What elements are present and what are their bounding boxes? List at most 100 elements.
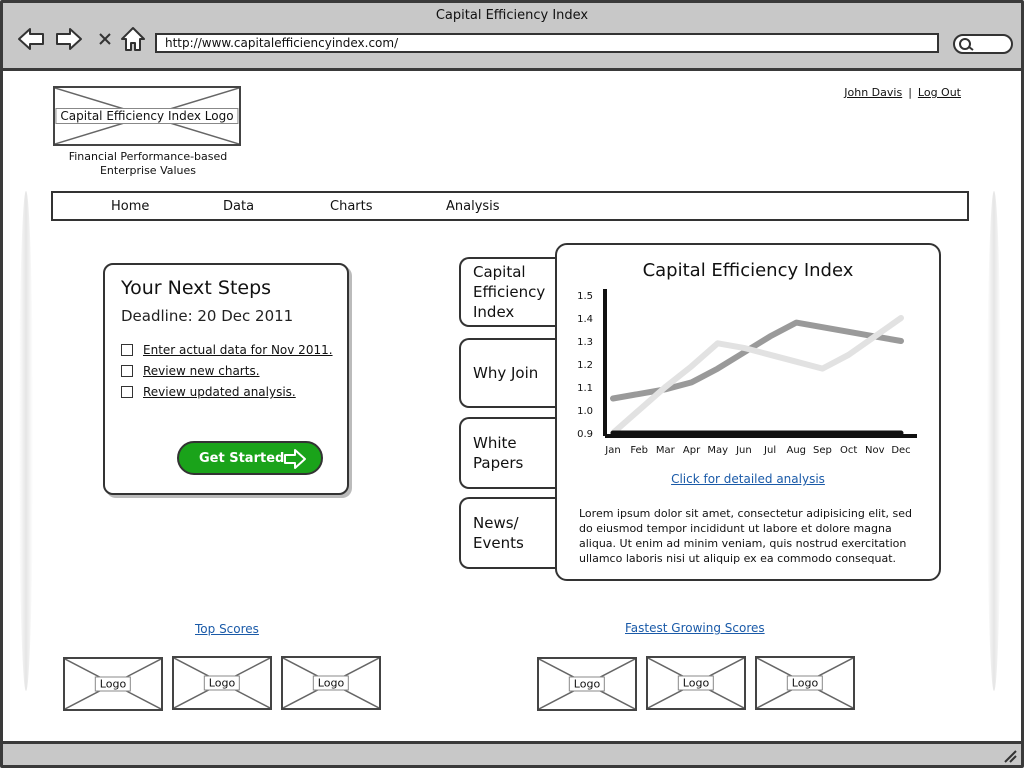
x-tick-label: Aug <box>787 445 807 456</box>
tab-label-line: Events <box>473 534 524 552</box>
y-tick-label: 1.2 <box>577 360 593 371</box>
browser-toolbar: Capital Efficiency Index http://www.capi… <box>3 3 1021 71</box>
address-bar[interactable]: http://www.capitalefficiencyindex.com/ <box>155 33 939 53</box>
detailed-analysis-link[interactable]: Click for detailed analysis <box>671 472 825 486</box>
panel-body-text: Lorem ipsum dolor sit amet, consectetur … <box>579 507 913 565</box>
user-links: John Davis | Log Out <box>844 86 961 99</box>
logo-label: Logo <box>568 676 606 692</box>
logout-link[interactable]: Log Out <box>918 86 961 99</box>
site-tagline: Financial Performance-based Enterprise V… <box>53 150 243 178</box>
tab-label-line: Capital <box>473 263 526 281</box>
tab-label-line: White <box>473 434 517 452</box>
user-name-link[interactable]: John Davis <box>844 86 902 99</box>
tab-label-line: Efficiency <box>473 283 546 301</box>
top-scores-link-wrap: Top Scores <box>195 622 259 636</box>
task-link[interactable]: Enter actual data for Nov 2011. <box>143 343 333 357</box>
tab-capital-efficiency-index[interactable]: Capital Efficiency Index <box>459 257 569 327</box>
task-item: Review new charts. <box>121 364 260 378</box>
tab-why-join[interactable]: Why Join <box>459 338 569 408</box>
nav-data[interactable]: Data <box>223 199 254 214</box>
y-tick-label: 1.3 <box>577 337 593 348</box>
tab-label-line: Papers <box>473 454 524 472</box>
task-link[interactable]: Review updated analysis. <box>143 385 296 399</box>
resize-grip-icon[interactable] <box>1001 747 1017 763</box>
next-steps-card: Your Next Steps Deadline: 20 Dec 2011 En… <box>103 263 349 495</box>
forward-button[interactable] <box>55 25 83 53</box>
next-steps-title: Your Next Steps <box>121 277 272 299</box>
main-navigation: Home Data Charts Analysis <box>51 191 969 221</box>
task-item: Review updated analysis. <box>121 385 296 399</box>
browser-status-bar <box>3 741 1021 765</box>
tab-panel: Capital Efficiency Index 0.9 1.0 1.1 1.2 1.3… <box>555 243 941 581</box>
task-item: Enter actual data for Nov 2011. <box>121 343 333 357</box>
tab-white-papers[interactable]: White Papers <box>459 417 569 489</box>
company-logo[interactable]: Logo <box>281 656 381 710</box>
site-logo[interactable]: Capital Efficiency Index Logo <box>53 86 241 146</box>
tab-label-line: Index <box>473 303 515 321</box>
back-button[interactable] <box>17 25 45 53</box>
logo-label: Logo <box>203 675 241 691</box>
detailed-analysis-link-wrap: Click for detailed analysis <box>557 472 939 486</box>
x-tick-label: Jul <box>763 445 776 456</box>
tab-label-line: News/ <box>473 514 519 532</box>
x-tick-label: Dec <box>891 445 910 456</box>
nav-charts[interactable]: Charts <box>330 199 373 214</box>
nav-home[interactable]: Home <box>111 199 149 214</box>
forward-arrow-icon <box>56 28 82 50</box>
company-logo[interactable]: Logo <box>172 656 272 710</box>
site-logo-label: Capital Efficiency Index Logo <box>55 108 239 124</box>
tagline-line1: Financial Performance-based <box>68 150 228 163</box>
fastest-growing-link[interactable]: Fastest Growing Scores <box>625 621 765 635</box>
x-tick-label: Sep <box>813 445 832 456</box>
company-logo[interactable]: Logo <box>63 657 163 711</box>
y-tick-label: 1.1 <box>577 383 593 394</box>
x-tick-label: Jun <box>735 445 752 456</box>
next-steps-deadline: Deadline: 20 Dec 2011 <box>121 307 294 325</box>
arrow-right-icon <box>284 449 306 469</box>
line-chart[interactable]: 0.9 1.0 1.1 1.2 1.3 1.4 1.5 Jan Feb Mar Apr May Jun J… <box>567 283 927 463</box>
stop-button[interactable] <box>91 25 119 53</box>
task-checkbox[interactable] <box>121 344 133 356</box>
y-tick-label: 1.0 <box>577 406 593 417</box>
company-logo[interactable]: Logo <box>755 656 855 710</box>
browser-search-field[interactable] <box>953 34 1013 54</box>
home-icon <box>121 27 145 51</box>
page-content: Capital Efficiency Index Logo Financial … <box>3 71 1021 744</box>
search-icon <box>959 38 974 51</box>
logo-label: Logo <box>677 675 715 691</box>
x-tick-label: Apr <box>683 445 701 456</box>
series-line <box>610 319 904 402</box>
get-started-button[interactable]: Get Started <box>177 441 323 475</box>
x-tick-label: Mar <box>656 445 676 456</box>
window-title: Capital Efficiency Index <box>435 8 589 23</box>
x-tick-label: May <box>707 445 728 456</box>
y-tick-label: 0.9 <box>577 429 593 440</box>
x-tick-label: Feb <box>630 445 648 456</box>
task-checkbox[interactable] <box>121 386 133 398</box>
back-arrow-icon <box>18 28 44 50</box>
task-link[interactable]: Review new charts. <box>143 364 260 378</box>
tagline-line2: Enterprise Values <box>99 164 197 177</box>
fastest-growing-link-wrap: Fastest Growing Scores <box>625 621 765 635</box>
tab-news-events[interactable]: News/ Events <box>459 497 569 569</box>
x-tick-label: Oct <box>840 445 857 456</box>
page-shadow-right <box>987 191 1001 691</box>
x-tick-label: Jan <box>604 445 620 456</box>
browser-window: Capital Efficiency Index http://www.capi… <box>0 0 1024 768</box>
chart-title: Capital Efficiency Index <box>642 260 854 281</box>
close-icon <box>99 33 111 45</box>
y-tick-label: 1.4 <box>577 314 593 325</box>
logo-label: Logo <box>94 676 132 692</box>
tab-label-line: Why Join <box>473 364 539 382</box>
user-links-separator: | <box>908 86 912 99</box>
company-logo[interactable]: Logo <box>537 657 637 711</box>
home-button[interactable] <box>119 25 147 53</box>
top-scores-link[interactable]: Top Scores <box>195 622 259 636</box>
nav-analysis[interactable]: Analysis <box>446 199 500 214</box>
x-tick-label: Nov <box>865 445 885 456</box>
page-shadow-left <box>19 191 33 691</box>
logo-label: Logo <box>786 675 824 691</box>
company-logo[interactable]: Logo <box>646 656 746 710</box>
task-checkbox[interactable] <box>121 365 133 377</box>
get-started-label: Get Started <box>199 450 285 466</box>
